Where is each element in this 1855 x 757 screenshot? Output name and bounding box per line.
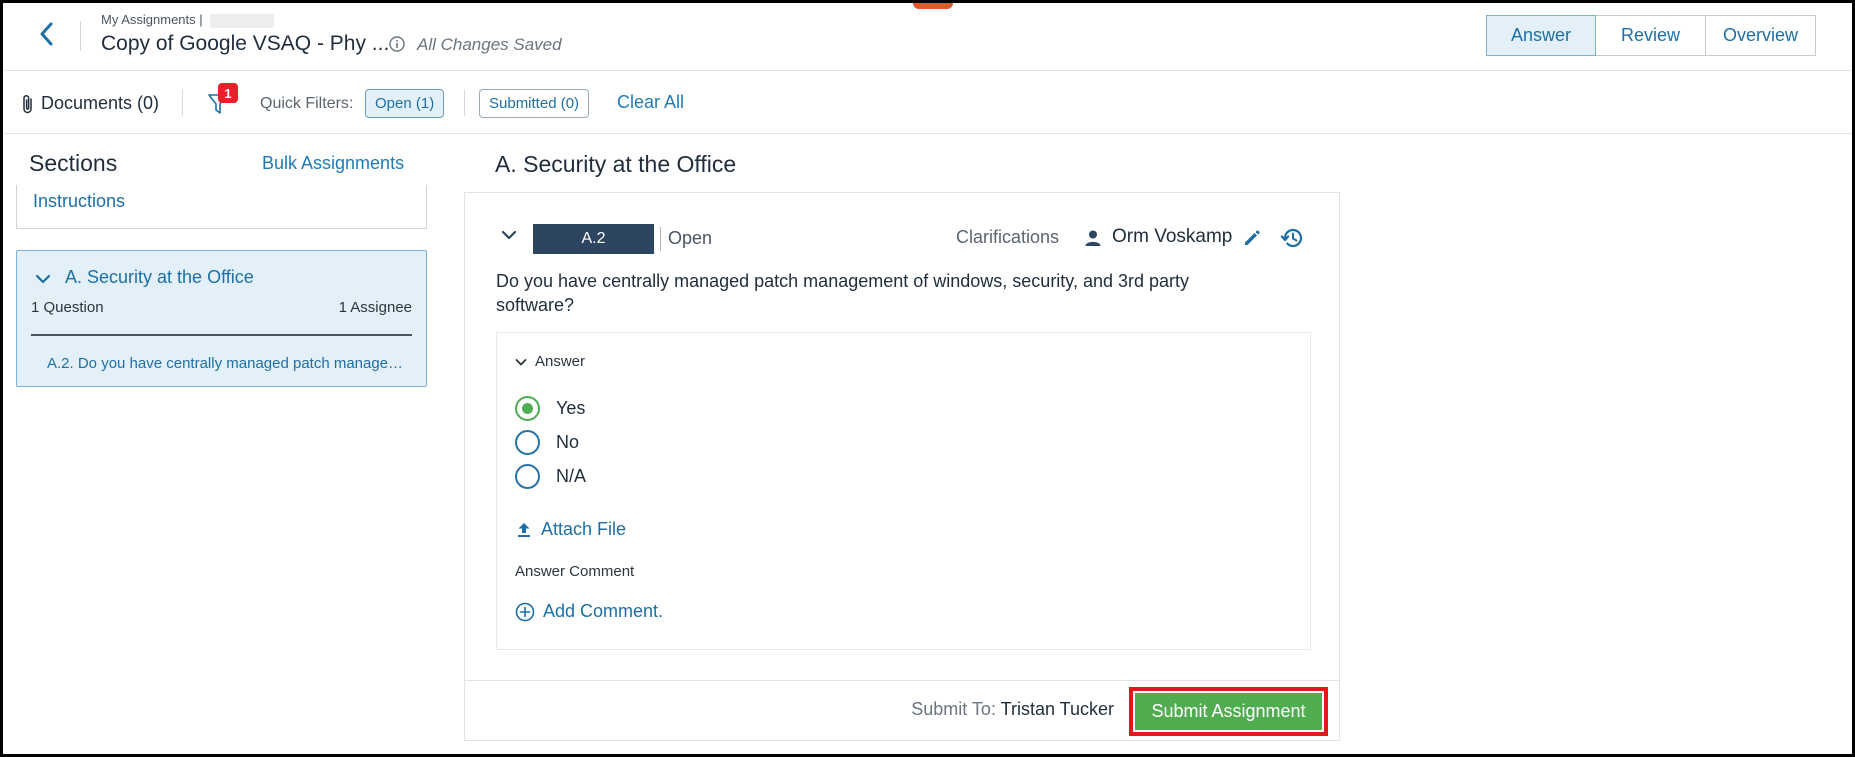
breadcrumb-redacted [210,13,275,28]
toolbar: Documents (0) 1 Quick Filters: Open (1) … [3,71,1852,134]
radio-button[interactable] [515,463,540,489]
answer-option-no[interactable]: No [515,429,579,455]
toolbar-divider [464,90,465,116]
page-title: Copy of Google VSAQ - Phy ... [101,32,390,55]
back-button[interactable] [29,17,63,51]
quick-filters-label: Quick Filters: [260,95,354,112]
submit-to-name: Tristan Tucker [1000,699,1114,719]
question-text: Do you have centrally managed patch mana… [496,271,1190,315]
question-footer: Submit To: Tristan Tucker Submit Assignm… [465,680,1339,740]
section-heading: A. Security at the Office [495,151,737,177]
save-status: All Changes Saved [417,35,562,54]
chevron-down-icon[interactable] [35,273,51,285]
app-header: My Assignments | Copy of Google VSAQ - P… [3,3,1852,71]
tab-overview[interactable]: Overview [1705,15,1816,56]
answer-label: Answer [535,353,586,370]
add-comment-button[interactable]: Add Comment. [515,601,663,622]
upload-icon [518,522,530,537]
breadcrumb: My Assignments | [101,12,275,28]
clear-all-link[interactable]: Clear All [617,92,684,113]
add-comment-label: Add Comment. [543,601,664,621]
assignee-name: Orm Voskamp [1112,226,1233,247]
id-divider [660,227,661,251]
question-count: 1 Question [31,299,104,316]
submit-to: Submit To: Tristan Tucker [911,699,1114,720]
notification-tab[interactable] [913,3,953,9]
instructions-label: Instructions [33,191,126,211]
answer-comment-label: Answer Comment [515,563,635,580]
filter-count-badge: 1 [218,83,238,103]
tab-answer[interactable]: Answer [1486,15,1596,56]
breadcrumb-my-assignments[interactable]: My Assignments | [101,12,203,27]
attach-file-label: Attach File [541,519,627,539]
user-icon [1085,230,1101,246]
view-tabs: Answer Review Overview [1486,15,1816,56]
answer-option-na[interactable]: N/A [515,463,586,489]
radio-button[interactable] [515,429,540,455]
section-card[interactable]: A. Security at the Office 1 Question 1 A… [16,250,427,387]
section-divider [31,334,412,336]
toolbar-divider [182,90,183,116]
chevron-left-icon [40,22,53,46]
tab-review[interactable]: Review [1595,15,1706,56]
question-link[interactable]: A.2. Do you have centrally managed patch… [47,355,413,372]
assignee-count: 1 Assignee [338,299,412,316]
chevron-down-icon[interactable] [515,358,527,367]
filter-chip-submitted[interactable]: Submitted (0) [479,89,590,118]
sections-title: Sections [29,150,118,176]
submit-assignment-button[interactable]: Submit Assignment [1129,687,1328,736]
question-id-badge: A.2 [533,224,654,254]
header-divider [80,21,81,51]
question-card: A.2 Open Clarifications Orm Voskamp Do y… [464,192,1340,741]
answer-option-yes[interactable]: Yes [515,395,585,421]
option-label: Yes [556,397,586,418]
sections-sidebar: Sections Bulk Assignments Instructions A… [3,134,443,754]
chevron-down-icon[interactable] [501,229,517,241]
instructions-item[interactable]: Instructions [16,185,427,229]
submit-to-label: Submit To: [911,699,1001,719]
option-label: N/A [556,465,587,486]
bulk-assignments-link[interactable]: Bulk Assignments [262,153,404,174]
documents-button[interactable]: Documents (0) [41,93,159,114]
filter-chip-open[interactable]: Open (1) [365,89,445,118]
pencil-icon[interactable] [1242,228,1262,248]
option-label: No [556,431,580,452]
info-icon[interactable] [388,35,406,53]
section-title[interactable]: A. Security at the Office [65,267,254,288]
question-status: Open [668,228,713,248]
history-icon[interactable] [1280,226,1304,250]
radio-button[interactable] [515,395,540,421]
answer-panel: Answer Yes No N/A Attach File Answer Com… [496,332,1311,650]
paperclip-icon [23,94,32,114]
clarifications-link[interactable]: Clarifications [956,227,1059,248]
attach-file-button[interactable]: Attach File [517,519,626,540]
submit-assignment-label: Submit Assignment [1135,693,1322,730]
plus-circle-icon [515,602,535,621]
